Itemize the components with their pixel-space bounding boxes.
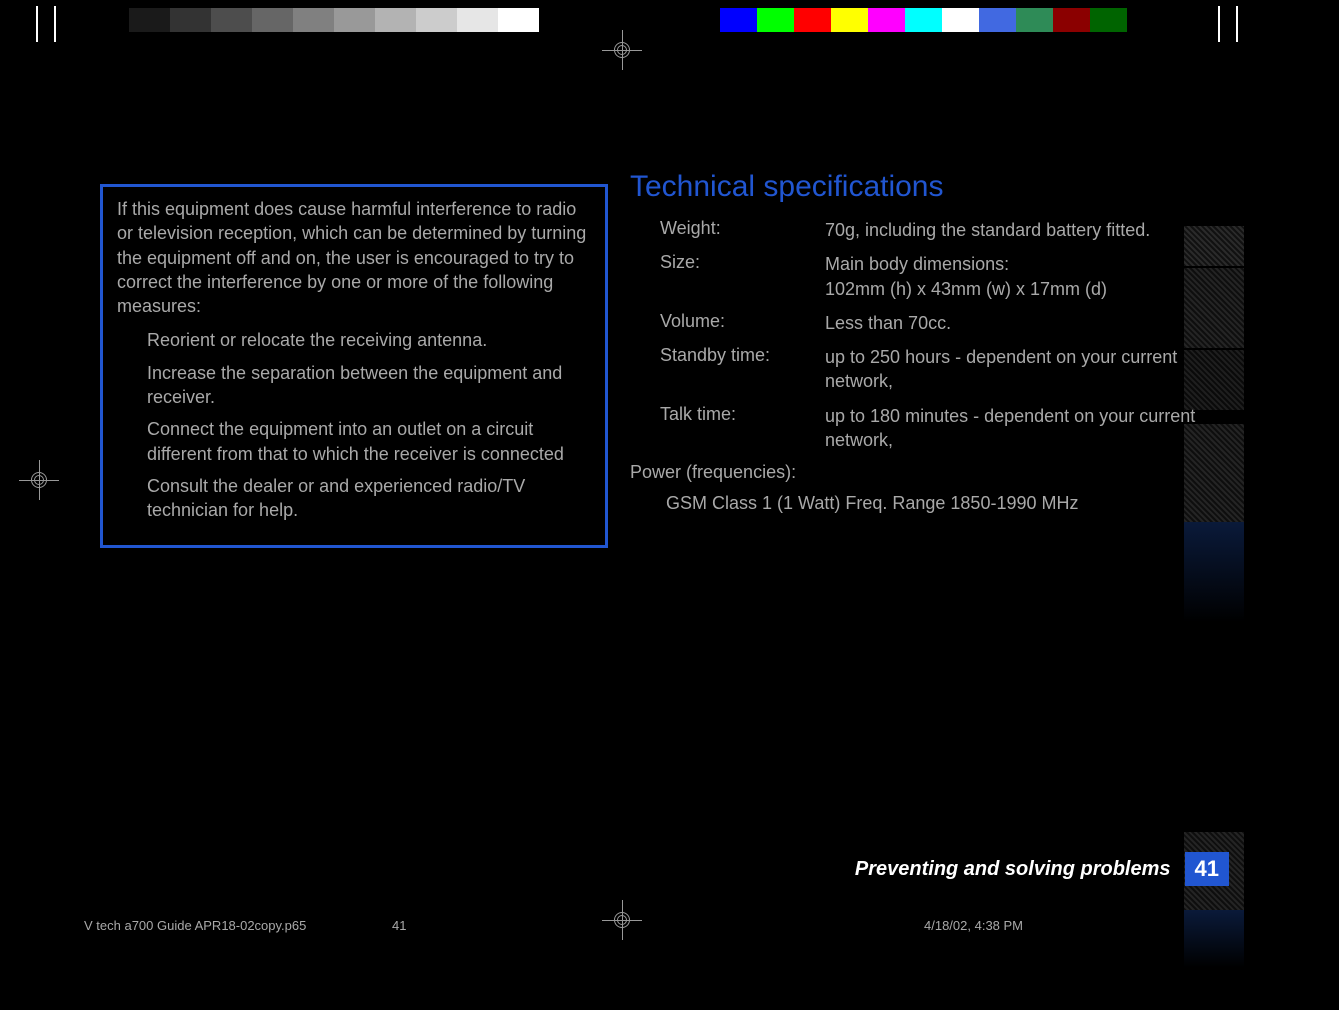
interference-measure-item: Consult the dealer or and experienced ra… <box>147 474 591 523</box>
interference-measures-list: Reorient or relocate the receiving anten… <box>117 328 591 522</box>
interference-info-box: If this equipment does cause harmful int… <box>100 184 608 548</box>
spec-row: Weight:70g, including the standard batte… <box>660 218 1230 242</box>
print-datetime: 4/18/02, 4:38 PM <box>924 918 1023 933</box>
spec-row: Standby time:up to 250 hours - dependent… <box>660 345 1230 394</box>
print-page: 41 <box>392 918 406 933</box>
spec-value: Main body dimensions:102mm (h) x 43mm (w… <box>825 252 1107 301</box>
spec-value: 70g, including the standard battery fitt… <box>825 218 1150 242</box>
crop-mark <box>1236 6 1238 42</box>
spec-label: Talk time: <box>660 404 825 453</box>
interference-measure-item: Increase the separation between the equi… <box>147 361 591 410</box>
interference-intro: If this equipment does cause harmful int… <box>117 197 591 318</box>
spec-label: Standby time: <box>660 345 825 394</box>
spec-value: up to 250 hours - dependent on your curr… <box>825 345 1230 394</box>
interference-measure-item: Connect the equipment into an outlet on … <box>147 417 591 466</box>
page-footer: Preventing and solving problems 41 <box>855 852 1229 886</box>
specs-heading: Technical specifications <box>630 170 1230 204</box>
technical-specifications: Technical specifications Weight:70g, inc… <box>630 170 1230 514</box>
print-filename: V tech a700 Guide APR18-02copy.p65 <box>84 918 306 933</box>
spec-value: up to 180 minutes - dependent on your cu… <box>825 404 1230 453</box>
interference-measure-item: Reorient or relocate the receiving anten… <box>147 328 591 352</box>
print-artifact <box>1184 522 1244 622</box>
grayscale-calibration-bar <box>88 8 539 32</box>
registration-mark-icon <box>19 460 59 500</box>
spec-value: Less than 70cc. <box>825 311 951 335</box>
page-number-badge: 41 <box>1185 852 1229 886</box>
spec-label: Volume: <box>660 311 825 335</box>
color-calibration-bar <box>720 8 1127 32</box>
power-frequencies-value: GSM Class 1 (1 Watt) Freq. Range 1850-19… <box>630 493 1230 514</box>
section-title: Preventing and solving problems <box>855 858 1171 881</box>
spec-row: Volume:Less than 70cc. <box>660 311 1230 335</box>
spec-label: Size: <box>660 252 825 301</box>
print-artifact <box>1184 910 1244 968</box>
registration-mark-icon <box>602 900 642 940</box>
power-frequencies-label: Power (frequencies): <box>630 462 1230 483</box>
spec-label: Weight: <box>660 218 825 242</box>
registration-mark-icon <box>602 30 642 70</box>
spec-row: Talk time:up to 180 minutes - dependent … <box>660 404 1230 453</box>
crop-mark <box>36 6 38 42</box>
crop-mark <box>1218 6 1220 42</box>
spec-row: Size:Main body dimensions:102mm (h) x 43… <box>660 252 1230 301</box>
crop-mark <box>54 6 56 42</box>
